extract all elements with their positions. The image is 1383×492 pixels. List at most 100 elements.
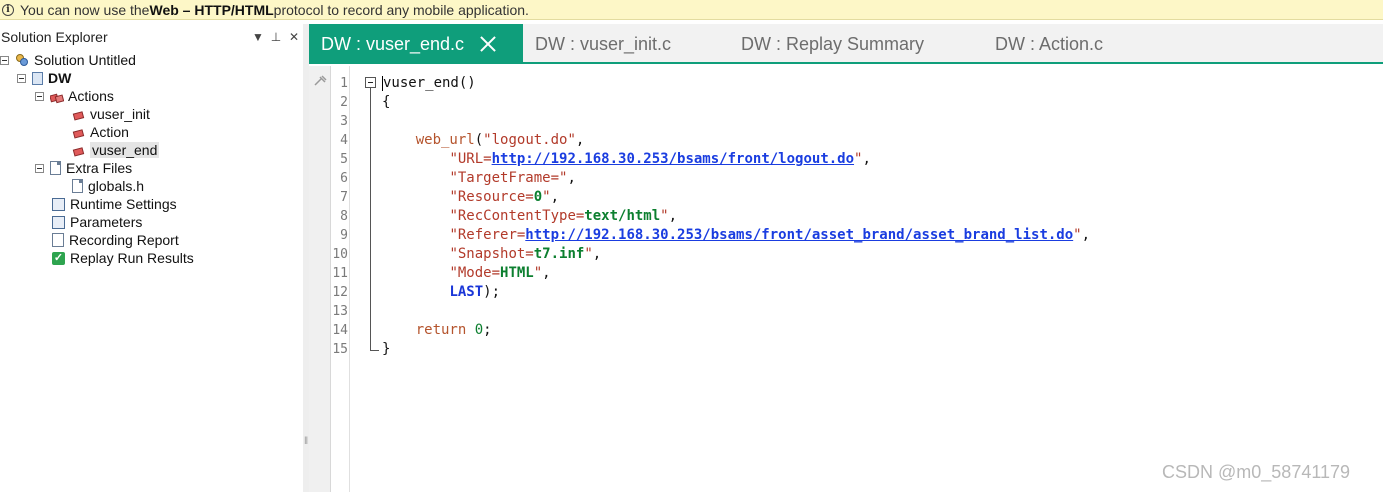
tree-label: Parameters	[70, 214, 143, 230]
code-editor[interactable]: 1 2 3 4 5 6 7 8 9 10 11 12 13 14 15 vuse…	[309, 66, 1383, 492]
line-number: 5	[340, 152, 348, 167]
code-line-6: "TargetFrame=",	[449, 170, 576, 186]
tree-item-vuser-end[interactable]: vuser_end	[72, 141, 160, 159]
tree-item-recording-report[interactable]: Recording Report	[52, 231, 179, 249]
tree-label: globals.h	[88, 178, 145, 194]
grip-icon: ‖	[304, 436, 309, 447]
fold-toggle[interactable]	[365, 77, 376, 88]
string-literal: "Snapshot=	[449, 246, 534, 262]
code-text: {	[382, 94, 391, 110]
editor-margin	[309, 66, 331, 492]
info-text-prefix: You can now use the	[20, 1, 150, 18]
string-literal: "Mode=	[449, 265, 501, 281]
tree-label: Recording Report	[69, 232, 179, 248]
actions-folder-icon	[49, 91, 65, 103]
tab-label: DW : Replay Summary	[741, 33, 925, 54]
tree-label: Actions	[68, 88, 114, 104]
line-number: 3	[340, 114, 348, 129]
line-number: 14	[332, 323, 348, 338]
editor-tab-bar: DW : vuser_end.c DW : vuser_init.c DW : …	[309, 24, 1383, 64]
tree-item-runtime-settings[interactable]: Runtime Settings	[52, 195, 177, 213]
file-folder-icon	[50, 161, 61, 175]
info-icon: i	[2, 3, 14, 16]
code-line-4: web_url("logout.do",	[415, 132, 585, 148]
code-line-10: "Snapshot=t7.inf",	[449, 246, 602, 262]
watermark: CSDN @m0_58741179	[1162, 462, 1351, 482]
check-icon: ✓	[52, 251, 65, 265]
tab-action[interactable]: DW : Action.c	[995, 24, 1103, 64]
code-text: }	[382, 341, 391, 357]
keyword-return: return	[415, 322, 467, 338]
code-line-1: vuser_end()	[382, 74, 476, 93]
bookmark-icon[interactable]	[312, 74, 328, 88]
collapse-toggle[interactable]	[17, 73, 26, 83]
tree-item-extra-files[interactable]: Extra Files	[35, 159, 132, 177]
parameters-icon	[52, 215, 65, 229]
line-number: 7	[340, 190, 348, 205]
url-link[interactable]: http://192.168.30.253/bsams/front/asset_…	[525, 227, 1073, 243]
action-icon	[72, 145, 85, 157]
param-value: t7.inf	[533, 246, 585, 262]
line-number: 4	[340, 133, 348, 148]
tree-item-project[interactable]: DW	[17, 69, 71, 87]
close-icon[interactable]	[478, 34, 498, 54]
collapse-toggle[interactable]	[35, 163, 44, 173]
function-name: web_url	[415, 132, 475, 148]
string-literal: "logout.do"	[483, 132, 576, 148]
string-literal: "Resource=	[449, 189, 534, 205]
pin-icon[interactable]: ⊥	[267, 30, 285, 44]
tab-vuser-init[interactable]: DW : vuser_init.c	[535, 24, 671, 64]
tree-label: vuser_end	[90, 142, 160, 158]
tree-item-solution[interactable]: Solution Untitled	[0, 51, 136, 69]
code-line-2: {	[382, 93, 390, 112]
tab-label: DW : vuser_end.c	[321, 33, 465, 54]
tree-label: Solution Untitled	[34, 52, 136, 68]
url-link[interactable]: http://192.168.30.253/bsams/front/logout…	[492, 151, 854, 167]
settings-icon	[52, 197, 65, 211]
close-icon[interactable]: ✕	[285, 30, 303, 44]
tab-replay-summary[interactable]: DW : Replay Summary	[741, 24, 924, 64]
line-number: 6	[340, 171, 348, 186]
solution-icon	[15, 53, 29, 67]
tab-label: DW : vuser_init.c	[535, 33, 672, 54]
collapse-toggle[interactable]	[35, 91, 44, 101]
tree-label: vuser_init	[90, 106, 150, 122]
line-number: 8	[340, 209, 348, 224]
project-icon	[32, 71, 43, 85]
explorer-header: Solution Explorer ▼ ⊥ ✕	[0, 24, 303, 50]
action-icon	[72, 109, 85, 121]
string-literal: "RecContentType=	[449, 208, 585, 224]
app-window: i You can now use the Web – HTTP/HTML pr…	[0, 0, 1383, 492]
tree-item-globals-h[interactable]: globals.h	[72, 177, 144, 195]
file-icon	[72, 179, 83, 193]
code-line-14: return 0;	[415, 322, 492, 338]
tab-vuser-end[interactable]: DW : vuser_end.c	[309, 24, 523, 64]
param-value: text/html	[584, 208, 661, 224]
tree-label: DW	[48, 70, 72, 86]
tree-item-parameters[interactable]: Parameters	[52, 213, 142, 231]
param-value: HTML	[500, 265, 534, 281]
line-number: 1	[340, 76, 348, 91]
string-literal: "TargetFrame="	[449, 170, 568, 186]
param-value: 0	[533, 189, 543, 205]
tree-item-vuser-init[interactable]: vuser_init	[72, 105, 150, 123]
code-line-7: "Resource=0",	[449, 189, 560, 205]
tree-item-actions[interactable]: Actions	[35, 87, 114, 105]
code-line-15: }	[382, 340, 390, 359]
collapse-toggle[interactable]	[0, 55, 9, 65]
tree-label: Replay Run Results	[70, 250, 194, 266]
tree-label: Action	[90, 124, 129, 140]
tree-item-replay-results[interactable]: ✓ Replay Run Results	[52, 249, 194, 267]
line-number: 10	[332, 247, 348, 262]
code-line-5: "URL=http://192.168.30.253/bsams/front/l…	[449, 151, 871, 167]
action-icon	[72, 127, 85, 139]
fold-guide-end	[370, 350, 379, 351]
tree-item-action[interactable]: Action	[72, 123, 129, 141]
fold-guide	[370, 88, 371, 350]
tree-label: Extra Files	[66, 160, 133, 176]
solution-explorer: Solution Explorer ▼ ⊥ ✕ Solution Untitle…	[0, 24, 303, 492]
info-bar: i You can now use the Web – HTTP/HTML pr…	[0, 0, 1383, 20]
dropdown-icon[interactable]: ▼	[249, 30, 267, 44]
info-text-suffix: protocol to record any mobile applicatio…	[273, 1, 529, 18]
line-number: 9	[340, 228, 348, 243]
